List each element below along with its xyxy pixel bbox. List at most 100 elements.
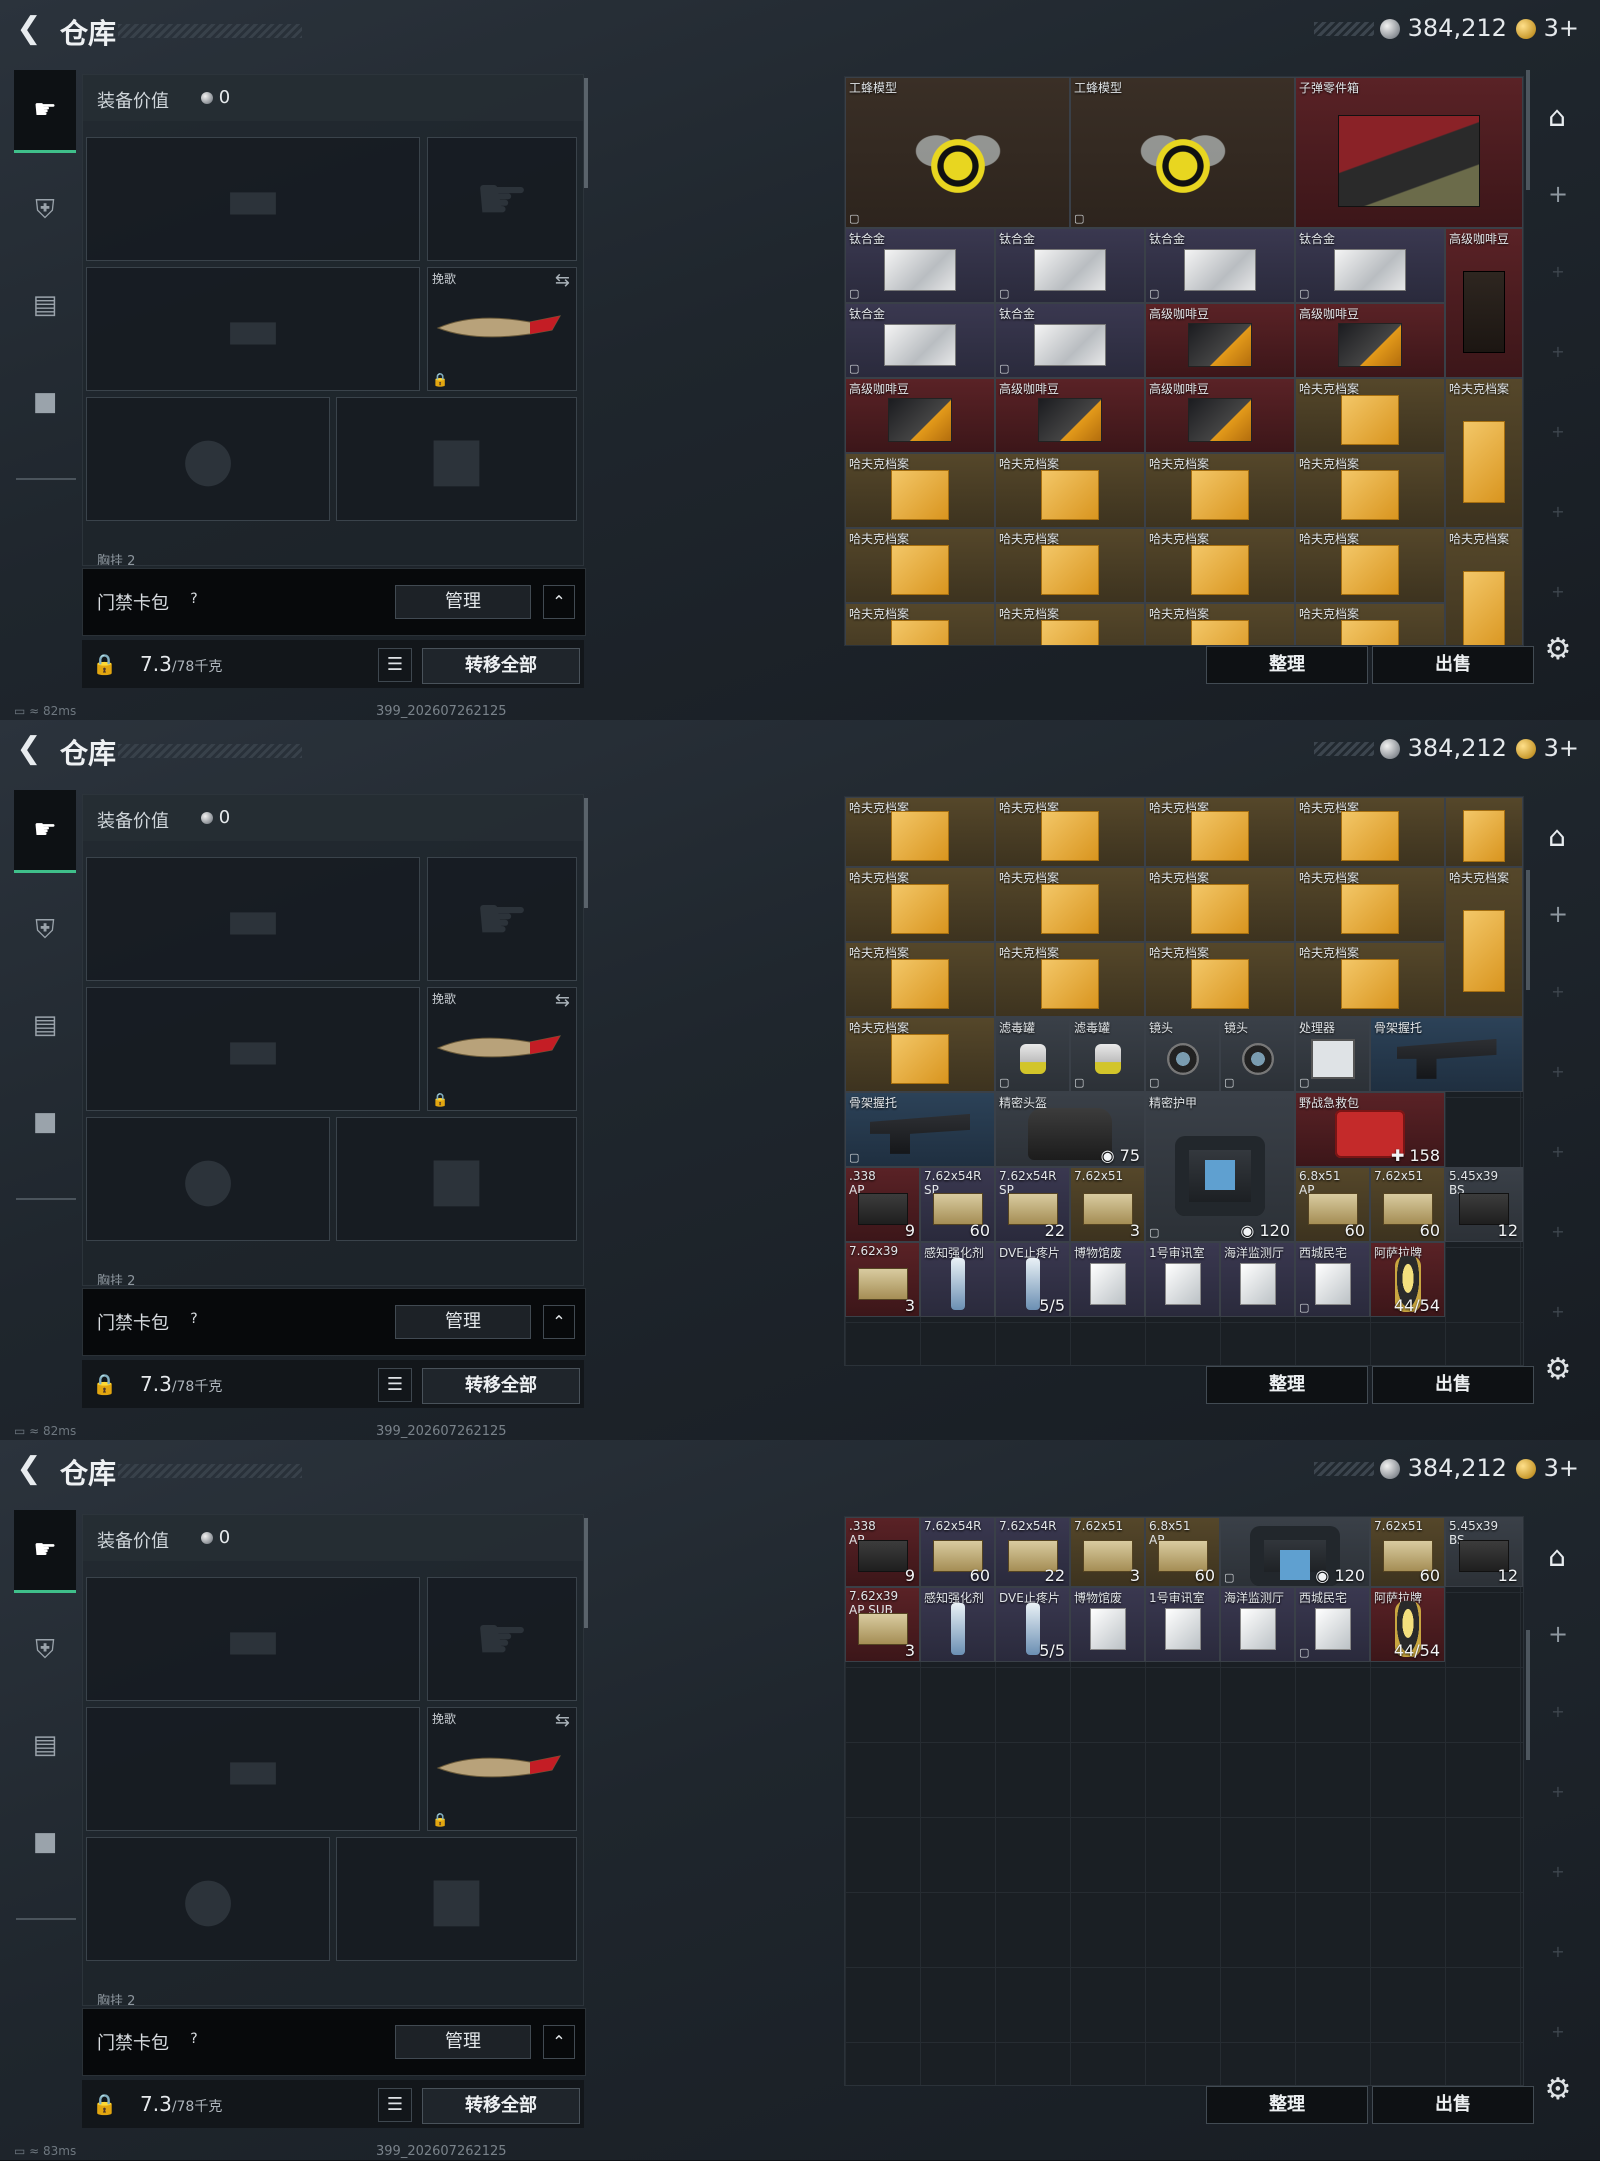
stash-grid[interactable]: 哈夫克档案 哈夫克档案 哈夫克档案 哈夫克档案 哈夫克档案 哈夫克档案 哈夫克档… — [844, 796, 1524, 1366]
stash-item[interactable]: 1号审讯室 — [1145, 1587, 1220, 1662]
rail-vest[interactable]: ▤ — [14, 985, 76, 1065]
stash-item[interactable]: 工蜂模型 ▢ — [845, 77, 1070, 228]
stash-item[interactable]: 5.45x39 BS 12 — [1445, 1167, 1523, 1242]
stash-item[interactable]: 哈夫克档案 — [1445, 378, 1523, 528]
back-arrow-icon[interactable]: ❮ — [14, 14, 44, 44]
add-tab-icon[interactable]: + — [1548, 900, 1568, 928]
stash-item[interactable]: 镜头 ▢ — [1145, 1017, 1220, 1092]
add-tab-icon[interactable]: + — [1548, 1620, 1568, 1648]
tab-slot-icon[interactable]: + — [1550, 1702, 1566, 1721]
helmet-slot[interactable]: ● — [86, 1117, 330, 1241]
stash-scrollbar[interactable] — [1526, 1630, 1530, 1760]
stash-item[interactable]: 钛合金 ▢ — [845, 228, 995, 303]
stash-item[interactable]: ▢ ◉ 120 — [1220, 1517, 1370, 1587]
sell-button[interactable]: 出售 — [1372, 2086, 1534, 2124]
melee-slot[interactable]: 挽歌 ⇆ 🔒 — [427, 987, 577, 1111]
stash-item[interactable]: 7.62x39 3 — [845, 1242, 920, 1317]
stash-item[interactable]: 钛合金 ▢ — [845, 303, 995, 378]
melee-slot[interactable]: 挽歌 ⇆ 🔒 — [427, 267, 577, 391]
stash-scrollbar[interactable] — [1526, 870, 1530, 990]
stash-item[interactable]: 哈夫克档案 — [1145, 797, 1295, 867]
gear-icon[interactable]: ⚙ — [1542, 2074, 1574, 2106]
stash-item[interactable]: 骨架握托 — [1370, 1017, 1523, 1092]
chevron-up-icon[interactable]: ⌃ — [543, 1305, 575, 1339]
stash-item[interactable]: 高级咖啡豆 — [1145, 303, 1295, 378]
rail-weapons[interactable]: ☛ — [14, 1510, 76, 1593]
tab-slot-icon[interactable]: + — [1550, 1302, 1566, 1321]
sort-button[interactable]: 整理 — [1206, 1366, 1368, 1404]
stash-item[interactable]: 哈夫克档案 — [995, 453, 1145, 528]
primary-weapon-slot[interactable]: ▬ — [86, 137, 420, 261]
rail-weapons[interactable]: ☛ — [14, 70, 76, 153]
back-arrow-icon[interactable]: ❮ — [14, 1454, 44, 1484]
stash-item[interactable]: 阿萨拉牌 44/54 — [1370, 1587, 1445, 1662]
stash-item[interactable]: 高级咖啡豆 — [845, 378, 995, 453]
manage-button[interactable]: 管理 — [395, 585, 531, 619]
stash-item[interactable]: 钛合金 ▢ — [995, 228, 1145, 303]
stash-item[interactable]: 高级咖啡豆 — [995, 378, 1145, 453]
helmet-slot[interactable]: ● — [86, 1837, 330, 1961]
melee-slot[interactable]: 挽歌 ⇆ 🔒 — [427, 1707, 577, 1831]
stash-item[interactable]: 哈夫克档案 — [845, 942, 995, 1017]
rail-vest[interactable]: ▤ — [14, 1705, 76, 1785]
back-arrow-icon[interactable]: ❮ — [14, 734, 44, 764]
stash-item[interactable]: 哈夫克档案 — [995, 797, 1145, 867]
stash-item[interactable]: 博物馆废 — [1070, 1587, 1145, 1662]
stash-item[interactable]: 哈夫克档案 — [845, 528, 995, 603]
rail-armor[interactable]: ⛨ — [14, 170, 76, 250]
manage-button[interactable]: 管理 — [395, 2025, 531, 2059]
stash-item[interactable]: 7.62x39 AP SUB 3 — [845, 1587, 920, 1662]
loadout-scrollbar[interactable] — [584, 1518, 588, 1628]
stash-item[interactable]: 7.62x54R SP 60 — [920, 1167, 995, 1242]
stash-item[interactable]: 6.8x51AP60 — [1145, 1517, 1220, 1587]
pistol-slot[interactable]: ☛ — [427, 137, 577, 261]
stash-item[interactable]: 处理器 ▢ — [1295, 1017, 1370, 1092]
stash-item[interactable]: 工蜂模型 ▢ — [1070, 77, 1295, 228]
gold-currency[interactable]: 3+ — [1516, 14, 1579, 42]
rail-armor[interactable]: ⛨ — [14, 890, 76, 970]
loadout-scrollbar[interactable] — [584, 798, 588, 908]
armor-slot[interactable]: ■ — [336, 1117, 577, 1241]
stash-item[interactable]: 哈夫克档案 — [1145, 942, 1295, 1017]
list-icon[interactable]: ☰ — [378, 648, 412, 682]
stash-item[interactable]: 高级咖啡豆 — [1145, 378, 1295, 453]
stash-item[interactable]: 滤毒罐 ▢ — [1070, 1017, 1145, 1092]
add-tab-icon[interactable]: + — [1548, 180, 1568, 208]
help-icon[interactable]: ? — [183, 588, 205, 610]
help-icon[interactable]: ? — [183, 2028, 205, 2050]
stash-item[interactable]: 哈夫克档案 — [995, 942, 1145, 1017]
stash-item[interactable]: 哈夫克档案 — [1295, 942, 1445, 1017]
pistol-slot[interactable]: ☛ — [427, 857, 577, 981]
stash-item[interactable]: 7.62x51 3 — [1070, 1167, 1145, 1242]
secondary-weapon-slot[interactable]: ▬ — [86, 1707, 420, 1831]
tab-slot-icon[interactable]: + — [1550, 342, 1566, 361]
stash-scrollbar[interactable] — [1526, 70, 1530, 190]
chevron-up-icon[interactable]: ⌃ — [543, 585, 575, 619]
chevron-up-icon[interactable]: ⌃ — [543, 2025, 575, 2059]
secondary-weapon-slot[interactable]: ▬ — [86, 267, 420, 391]
sell-button[interactable]: 出售 — [1372, 1366, 1534, 1404]
gear-icon[interactable]: ⚙ — [1542, 634, 1574, 666]
stash-item[interactable]: .338AP9 — [845, 1167, 920, 1242]
tab-slot-icon[interactable]: + — [1550, 262, 1566, 281]
stash-item[interactable]: 高级咖啡豆 — [1445, 228, 1523, 378]
stash-item[interactable]: 野战急救包 ✚ 158 — [1295, 1092, 1445, 1167]
rail-case[interactable]: ■ — [14, 1082, 76, 1162]
armor-slot[interactable]: ■ — [336, 1837, 577, 1961]
tab-slot-icon[interactable]: + — [1550, 502, 1566, 521]
stash-item[interactable]: 西城民宅 ▢ — [1295, 1242, 1370, 1317]
primary-weapon-slot[interactable]: ▬ — [86, 857, 420, 981]
stash-item[interactable]: 滤毒罐 ▢ — [995, 1017, 1070, 1092]
gear-icon[interactable]: ⚙ — [1542, 1354, 1574, 1386]
stash-item[interactable]: 子弹零件箱 — [1295, 77, 1523, 228]
stash-item[interactable]: 哈夫克档案 — [1445, 528, 1523, 645]
stash-item[interactable]: 哈夫克档案 — [1295, 797, 1445, 867]
stash-item[interactable]: 哈夫克档案 — [1295, 867, 1445, 942]
stash-item[interactable]: 哈夫克档案 — [1145, 867, 1295, 942]
rail-vest[interactable]: ▤ — [14, 265, 76, 345]
stash-item[interactable]: 6.8x51AP60 — [1295, 1167, 1370, 1242]
sort-button[interactable]: 整理 — [1206, 2086, 1368, 2124]
stash-item[interactable]: 骨架握托 ▢ — [845, 1092, 995, 1167]
stash-item[interactable]: 哈夫克档案 — [1145, 603, 1295, 645]
armor-slot[interactable]: ■ — [336, 397, 577, 521]
